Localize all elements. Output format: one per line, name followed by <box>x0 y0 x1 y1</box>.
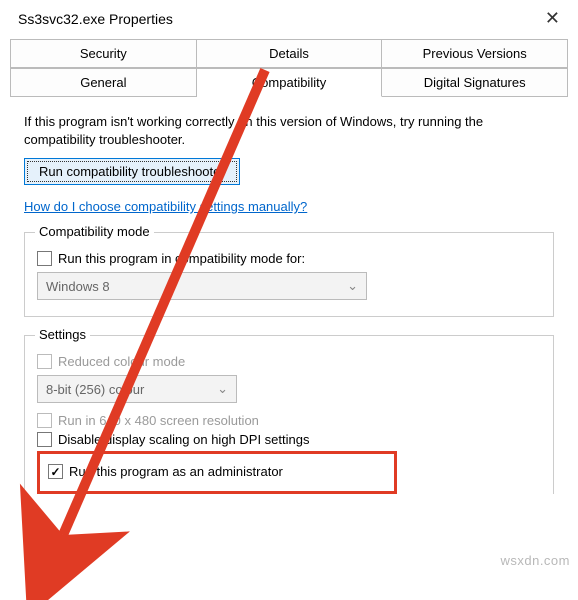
dpi-scaling-checkbox[interactable] <box>37 432 52 447</box>
reduced-colour-checkbox <box>37 354 52 369</box>
run-as-admin-checkbox[interactable] <box>48 464 63 479</box>
tab-general[interactable]: General <box>10 68 197 97</box>
run-as-admin-highlight: Run this program as an administrator <box>37 451 397 494</box>
compat-mode-checkbox[interactable] <box>37 251 52 266</box>
settings-group: Settings Reduced colour mode 8-bit (256)… <box>24 335 554 494</box>
tab-previous-versions[interactable]: Previous Versions <box>382 39 568 68</box>
settings-group-label: Settings <box>35 327 90 342</box>
reduced-colour-label: Reduced colour mode <box>58 354 185 369</box>
compatibility-mode-group: Compatibility mode Run this program in c… <box>24 232 554 317</box>
tab-details[interactable]: Details <box>197 39 383 68</box>
lowres-label: Run in 640 x 480 screen resolution <box>58 413 259 428</box>
dpi-scaling-label: Disable display scaling on high DPI sett… <box>58 432 309 447</box>
colour-depth-dropdown: 8-bit (256) colour ⌄ <box>37 375 237 403</box>
help-link[interactable]: How do I choose compatibility settings m… <box>24 199 307 214</box>
run-as-admin-label: Run this program as an administrator <box>69 464 283 479</box>
tab-strip: Security Details Previous Versions Gener… <box>0 35 578 97</box>
tab-content: If this program isn't working correctly … <box>0 97 578 510</box>
compat-mode-checkbox-label: Run this program in compatibility mode f… <box>58 251 305 266</box>
chevron-down-icon: ⌄ <box>217 381 228 397</box>
intro-text: If this program isn't working correctly … <box>24 113 554 148</box>
tab-security[interactable]: Security <box>10 39 197 68</box>
tab-digital-signatures[interactable]: Digital Signatures <box>382 68 568 97</box>
window-title: Ss3svc32.exe Properties <box>18 11 173 27</box>
run-troubleshooter-button[interactable]: Run compatibility troubleshooter <box>24 158 240 185</box>
watermark: wsxdn.com <box>500 553 570 568</box>
compat-mode-dropdown-value: Windows 8 <box>46 279 110 294</box>
chevron-down-icon: ⌄ <box>347 278 358 294</box>
lowres-checkbox <box>37 413 52 428</box>
close-icon[interactable]: ✕ <box>539 8 566 29</box>
colour-depth-value: 8-bit (256) colour <box>46 382 144 397</box>
compat-mode-group-label: Compatibility mode <box>35 224 154 239</box>
compat-mode-dropdown[interactable]: Windows 8 ⌄ <box>37 272 367 300</box>
tab-compatibility[interactable]: Compatibility <box>197 68 383 97</box>
